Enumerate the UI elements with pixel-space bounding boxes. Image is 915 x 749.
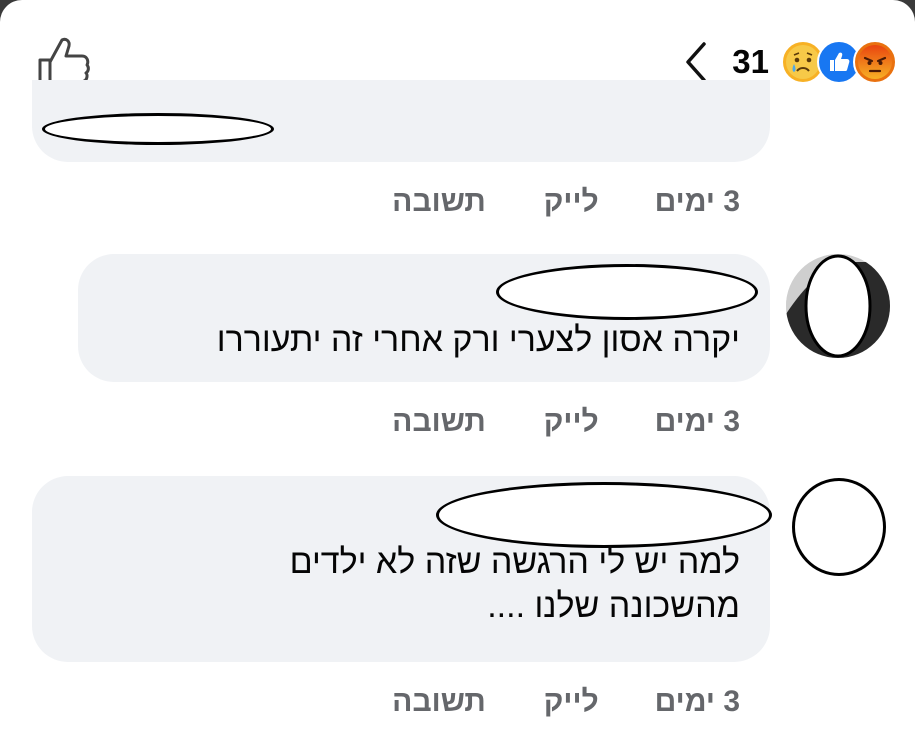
comment-reply-button[interactable]: תשובה — [392, 685, 486, 719]
comment-text-line: מהשכונה שלנו .... — [487, 587, 740, 625]
comment-like-button[interactable]: לייק — [544, 405, 599, 439]
chevron-left-icon[interactable] — [680, 40, 712, 84]
comment-bubble — [32, 80, 770, 162]
comment-reply-button[interactable]: תשובה — [392, 185, 486, 219]
angry-reaction-icon — [853, 40, 897, 84]
reaction-count: 31 — [732, 43, 769, 80]
comment-like-button[interactable]: לייק — [544, 685, 599, 719]
comment-actions: 3 ימים לייק תשובה — [392, 402, 740, 442]
comment-bubble: למה יש לי הרגשה שזה לא ילדים מהשכונה שלנ… — [32, 476, 772, 662]
comment-like-button[interactable]: לייק — [544, 185, 599, 219]
redacted-name — [42, 113, 274, 145]
comment-timestamp: 3 ימים — [654, 405, 740, 438]
comment-reply-button[interactable]: תשובה — [392, 405, 486, 439]
comment-text-line: למה יש לי הרגשה שזה לא ילדים — [289, 543, 740, 581]
comments-sheet: 31 3 ימים לייק תשובה יקרה אסון לצערי ורק… — [0, 0, 915, 749]
comment-text: יקרה אסון לצערי ורק אחרי זה יתעוררו — [216, 321, 740, 359]
comment-bubble: יקרה אסון לצערי ורק אחרי זה יתעוררו — [78, 254, 770, 382]
avatar[interactable] — [792, 478, 886, 576]
comment-timestamp: 3 ימים — [654, 185, 740, 218]
comment-actions: 3 ימים לייק תשובה — [392, 182, 740, 222]
redacted-name — [436, 482, 772, 548]
reaction-icons — [781, 40, 897, 84]
avatar[interactable] — [786, 254, 890, 358]
comment-text: למה יש לי הרגשה שזה לא ילדים מהשכונה שלנ… — [290, 540, 740, 628]
comment-timestamp: 3 ימים — [654, 685, 740, 718]
redacted-name — [496, 264, 758, 320]
comment-actions: 3 ימים לייק תשובה — [392, 682, 740, 722]
